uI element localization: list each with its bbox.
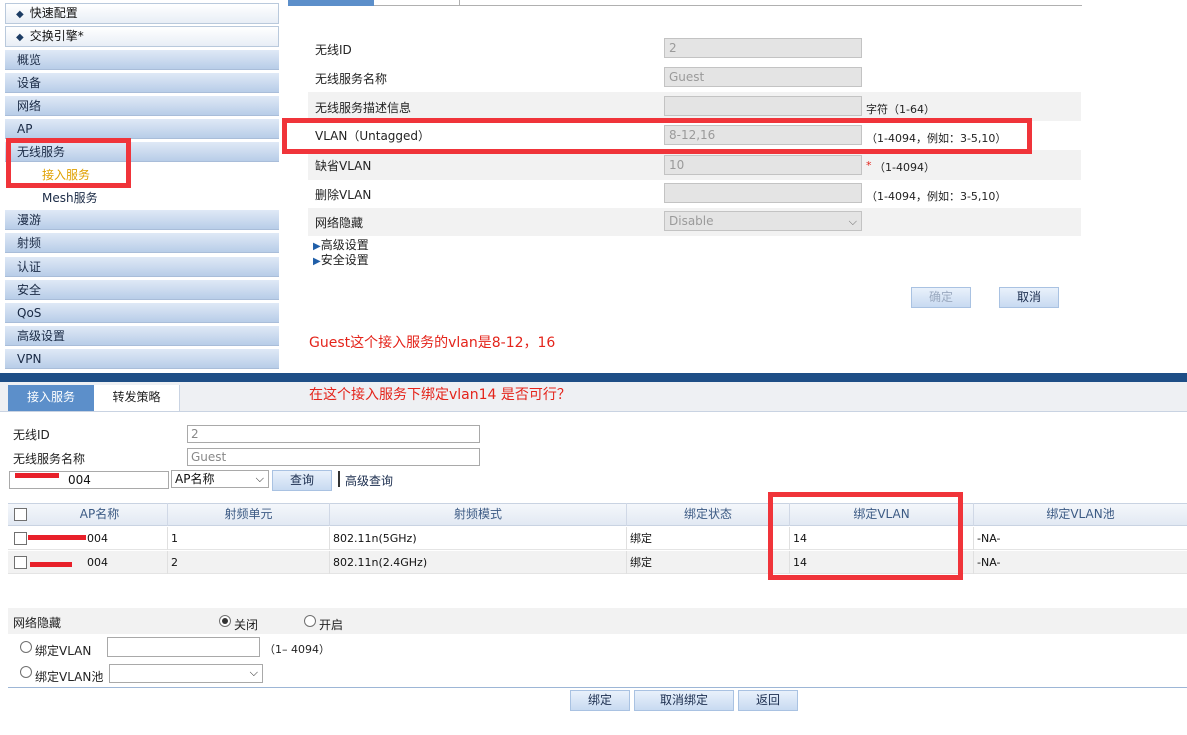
select-all-checkbox[interactable] xyxy=(14,508,27,521)
section-divider xyxy=(0,373,1187,382)
sidebar-item-advanced[interactable]: 高级设置 xyxy=(5,326,279,346)
service-name-field[interactable]: Guest xyxy=(664,67,862,87)
bottom-service-name-label: 无线服务名称 xyxy=(13,452,86,466)
hide-on-label: 开启 xyxy=(319,618,344,632)
bottom-wireless-id-field[interactable]: 2 xyxy=(187,425,480,443)
cancel-button[interactable]: 取消 xyxy=(999,287,1059,308)
sidebar-header-switch-engine[interactable]: ◆ 交换引擎* xyxy=(5,26,279,47)
service-desc-label: 无线服务描述信息 xyxy=(315,101,412,115)
bind-pool-select[interactable]: ⌵ xyxy=(109,664,263,683)
col-radio-unit[interactable]: 射频单元 xyxy=(168,503,330,526)
redaction-mark xyxy=(28,535,86,540)
top-tab-strip xyxy=(288,0,1082,6)
bottom-network-hide-label: 网络隐藏 xyxy=(13,616,62,630)
hide-on-radio[interactable] xyxy=(304,615,316,627)
col-bind-vlan-pool[interactable]: 绑定VLAN池 xyxy=(974,503,1187,526)
delete-vlan-label: 删除VLAN xyxy=(315,188,372,202)
security-settings-expander[interactable]: ▶安全设置 xyxy=(313,251,369,268)
network-hide-select[interactable]: Disable ⌵ xyxy=(664,211,862,231)
sidebar-item-qos[interactable]: QoS xyxy=(5,303,279,323)
search-field-select[interactable]: AP名称 ⌵ xyxy=(171,470,269,488)
bind-pool-radio[interactable] xyxy=(20,666,32,678)
col-radio-mode[interactable]: 射频模式 xyxy=(330,503,627,526)
diamond-icon: ◆ xyxy=(16,9,24,20)
sidebar-item-auth[interactable]: 认证 xyxy=(5,257,279,277)
row-radio-mode: 802.11n(2.4GHz) xyxy=(330,551,627,574)
redaction-mark xyxy=(30,562,72,567)
sidebar-item-overview[interactable]: 概览 xyxy=(5,50,279,70)
sidebar-item-network[interactable]: 网络 xyxy=(5,96,279,116)
sidebar-item-ap[interactable]: AP xyxy=(5,119,279,139)
wireless-id-field[interactable]: 2 xyxy=(664,38,862,58)
row-checkbox[interactable] xyxy=(14,532,27,545)
annotation-box-bind-vlan xyxy=(768,492,963,580)
bind-vlan-label: 绑定VLAN xyxy=(35,644,92,658)
service-desc-hint: 字符（1-64） xyxy=(866,103,935,116)
bind-vlan-radio[interactable] xyxy=(20,641,32,653)
row-bind-status: 绑定 xyxy=(627,551,790,574)
sidebar-item-security[interactable]: 安全 xyxy=(5,280,279,300)
annotation-box-sidebar xyxy=(6,138,131,188)
screenshot-root: ◆ 快速配置 ◆ 交换引擎* 概览 设备 网络 AP 无线服务 接入服务 Mesh服… xyxy=(0,0,1187,735)
service-desc-field[interactable] xyxy=(664,96,862,116)
row-radio-mode: 802.11n(5GHz) xyxy=(330,527,627,550)
bottom-service-name-field[interactable]: Guest xyxy=(187,448,480,466)
chevron-down-icon: ⌵ xyxy=(255,472,264,485)
col-bind-status[interactable]: 绑定状态 xyxy=(627,503,790,526)
service-name-label: 无线服务名称 xyxy=(315,72,388,86)
annotation-box-vlan xyxy=(282,118,1032,154)
bind-vlan-input[interactable] xyxy=(107,637,260,657)
diamond-icon: ◆ xyxy=(16,32,24,43)
hide-off-label: 关闭 xyxy=(234,618,259,632)
bottom-wireless-id-label: 无线ID xyxy=(13,428,50,442)
sidebar-header-quick-config[interactable]: ◆ 快速配置 xyxy=(5,3,279,24)
hide-off-radio[interactable] xyxy=(219,615,231,627)
chevron-down-icon: ⌵ xyxy=(848,215,857,228)
delete-vlan-hint: （1-4094，例如：3-5,10） xyxy=(866,190,1007,203)
sidebar-item-roaming[interactable]: 漫游 xyxy=(5,210,279,230)
bind-button[interactable]: 绑定 xyxy=(570,690,630,711)
redaction-mark xyxy=(15,473,59,478)
sidebar-item-vpn[interactable]: VPN xyxy=(5,349,279,369)
required-mark: * xyxy=(866,159,872,172)
sidebar-item-radio[interactable]: 射频 xyxy=(5,233,279,253)
row-radio-unit: 1 xyxy=(168,527,330,550)
sidebar-subitem-mesh-service[interactable]: Mesh服务 xyxy=(42,189,98,206)
annotation-note-1: Guest这个接入服务的vlan是8-12，16 xyxy=(309,335,556,351)
delete-vlan-field[interactable] xyxy=(664,183,862,203)
wireless-id-label: 无线ID xyxy=(315,43,352,57)
search-button[interactable]: 查询 xyxy=(272,470,332,491)
row-checkbox[interactable] xyxy=(14,556,27,569)
chevron-down-icon: ⌵ xyxy=(249,666,258,679)
row-radio-unit: 2 xyxy=(168,551,330,574)
annotation-note-2: 在这个接入服务下绑定vlan14 是否可行？ xyxy=(309,387,571,403)
confirm-button[interactable]: 确定 xyxy=(911,287,971,308)
default-vlan-hint: （1-4094） xyxy=(874,161,935,174)
unbind-button[interactable]: 取消绑定 xyxy=(634,690,734,711)
network-hide-label: 网络隐藏 xyxy=(315,216,364,230)
row-bind-vlan-pool: -NA- xyxy=(977,556,1001,569)
sidebar-item-device[interactable]: 设备 xyxy=(5,73,279,93)
tab-forward-policy[interactable]: 转发策略 xyxy=(94,385,180,411)
back-button[interactable]: 返回 xyxy=(738,690,798,711)
default-vlan-field[interactable]: 10 xyxy=(664,155,862,175)
triangle-right-icon: ▶ xyxy=(313,256,321,267)
bind-pool-label: 绑定VLAN池 xyxy=(35,670,104,684)
bind-vlan-hint: （1– 4094） xyxy=(264,643,330,656)
top-tab-active[interactable] xyxy=(288,0,374,6)
default-vlan-label: 缺省VLAN xyxy=(315,159,372,173)
row-bind-vlan-pool: -NA- xyxy=(977,532,1001,545)
tab-access-service[interactable]: 接入服务 xyxy=(8,385,94,411)
col-ap-name[interactable]: AP名称 xyxy=(32,503,168,526)
row-bind-status: 绑定 xyxy=(627,527,790,550)
advanced-search-link[interactable]: 高级查询 xyxy=(345,472,393,489)
